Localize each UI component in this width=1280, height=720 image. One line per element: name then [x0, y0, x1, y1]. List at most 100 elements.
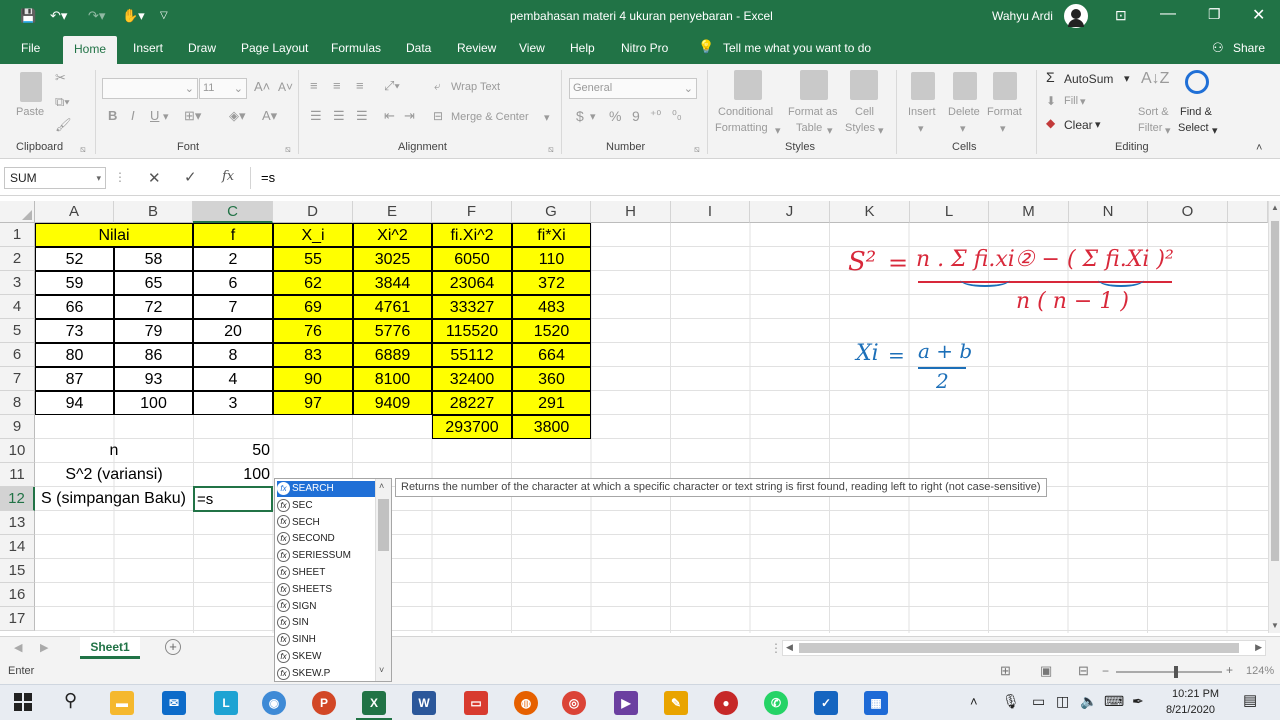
excel-icon[interactable]: X [362, 691, 386, 715]
autocomplete-item[interactable]: fx SHEET [277, 565, 375, 581]
redo-icon[interactable]: ↷▾ [88, 8, 105, 24]
cell-frequency[interactable]: 7 [193, 295, 273, 319]
sheet-tab-sheet1[interactable]: Sheet1 [80, 637, 140, 659]
cell-nilai-upper[interactable]: 72 [114, 295, 193, 319]
cell-styles-button[interactable]: Cell [855, 106, 874, 118]
header-xi[interactable]: X_i [273, 223, 353, 247]
cell-xi[interactable]: 55 [273, 247, 353, 271]
cell-frequency[interactable]: 20 [193, 319, 273, 343]
cell-xi-squared[interactable]: 9409 [353, 391, 432, 415]
value-n[interactable]: 50 [193, 439, 273, 463]
zoom-slider[interactable] [1116, 666, 1222, 678]
cell-fi-xi-squared[interactable]: 33327 [432, 295, 512, 319]
header-f[interactable]: f [193, 223, 273, 247]
ribbon-display-icon[interactable]: ⊡ [1115, 7, 1127, 24]
cell-xi[interactable]: 69 [273, 295, 353, 319]
cell-nilai-lower[interactable]: 52 [35, 247, 114, 271]
column-header[interactable]: K [830, 201, 910, 223]
insert-cells-button[interactable]: Insert [908, 106, 936, 118]
column-header[interactable]: B [114, 201, 193, 223]
horizontal-scrollbar[interactable]: ◀ ▶ [782, 640, 1266, 656]
normal-view-icon[interactable]: ⊞ [1000, 663, 1011, 679]
share-icon[interactable]: ⚇ [1212, 40, 1224, 56]
microphone-icon[interactable]: 🎙 [1002, 693, 1020, 710]
cell-styles-dropdown-icon[interactable]: ▾ [878, 124, 884, 137]
column-header[interactable]: G [512, 201, 591, 223]
cell-xi[interactable]: 90 [273, 367, 353, 391]
autocomplete-scroll-down-icon[interactable]: ˅ [379, 665, 384, 675]
column-header[interactable]: E [353, 201, 432, 223]
cell-xi-squared[interactable]: 3844 [353, 271, 432, 295]
column-header[interactable]: C [193, 201, 273, 223]
row-header[interactable]: 8 [0, 391, 35, 415]
column-header[interactable]: H [591, 201, 671, 223]
scroll-up-icon[interactable]: ▲ [1271, 203, 1279, 212]
value-variansi[interactable]: 100 [193, 463, 273, 487]
save-icon[interactable]: 💾 [20, 8, 36, 24]
number-format-box[interactable]: General ⌄ [569, 78, 697, 99]
column-header[interactable]: I [671, 201, 750, 223]
clear-button[interactable]: Clear [1064, 118, 1093, 132]
insert-function-button[interactable]: fx [222, 169, 234, 184]
tab-page-layout[interactable]: Page Layout [241, 41, 308, 55]
top-align-icon[interactable]: ≡ [310, 78, 318, 93]
borders-icon[interactable]: ⊞▾ [184, 108, 201, 124]
cell-nilai-lower[interactable]: 73 [35, 319, 114, 343]
column-header[interactable]: J [750, 201, 830, 223]
scroll-down-icon[interactable]: ▼ [1271, 621, 1279, 630]
cell-fi-xi[interactable]: 110 [512, 247, 591, 271]
zoom-in-icon[interactable]: + [1226, 663, 1233, 677]
conditional-formatting-button[interactable]: Conditional [718, 106, 773, 118]
cell-nilai-lower[interactable]: 66 [35, 295, 114, 319]
collapse-ribbon-icon[interactable]: ˄ [1256, 142, 1262, 154]
restore-icon[interactable]: ❐ [1208, 6, 1221, 23]
autosum-button[interactable]: AutoSum [1064, 72, 1113, 86]
cell-nilai-upper[interactable]: 86 [114, 343, 193, 367]
firefox-icon[interactable]: ◍ [514, 691, 538, 715]
cell-fi-xi-squared[interactable]: 6050 [432, 247, 512, 271]
bold-button[interactable]: B [108, 108, 117, 123]
worksheet-grid[interactable]: A B C D E F G H I J K L M N O 1 2 3 4 5 … [0, 201, 1268, 633]
h-scroll-thumb[interactable] [799, 643, 1239, 653]
delete-cells-button[interactable]: Delete [948, 106, 980, 118]
page-layout-view-icon[interactable]: ▣ [1040, 663, 1052, 679]
network-icon[interactable]: ◫ [1056, 693, 1069, 710]
fill-button[interactable]: Fill [1064, 95, 1078, 107]
row-header[interactable]: 16 [0, 583, 35, 607]
cell-fi-xi[interactable]: 360 [512, 367, 591, 391]
cell-xi[interactable]: 76 [273, 319, 353, 343]
zoom-out-icon[interactable]: − [1102, 664, 1109, 678]
launcher-l-icon[interactable]: L [214, 691, 238, 715]
cell-nilai-upper[interactable]: 58 [114, 247, 193, 271]
touch-mode-icon[interactable]: ✋▾ [122, 8, 145, 24]
search-icon[interactable]: ⚲ [64, 690, 77, 711]
name-box[interactable]: SUM ▾ [4, 167, 106, 189]
chrome-icon[interactable]: ◎ [562, 691, 586, 715]
word-icon[interactable]: W [412, 691, 436, 715]
volume-icon[interactable]: 🔈 [1080, 693, 1097, 710]
wrap-text-button[interactable]: Wrap Text [451, 81, 500, 93]
currency-button[interactable]: $ [576, 108, 584, 124]
autocomplete-item[interactable]: fx SECOND [277, 531, 375, 547]
decrease-decimal-icon[interactable]: ⁰₀ [672, 108, 682, 122]
tab-review[interactable]: Review [457, 41, 496, 55]
tray-overflow-icon[interactable]: ˄ [970, 694, 978, 709]
scroll-right-icon[interactable]: ▶ [1255, 642, 1262, 653]
autocomplete-item[interactable]: fx SEARCH [277, 481, 375, 497]
tab-view[interactable]: View [519, 41, 545, 55]
vertical-scrollbar[interactable]: ▲ ▼ [1268, 201, 1280, 633]
cell-fi-xi[interactable]: 372 [512, 271, 591, 295]
column-header[interactable]: N [1069, 201, 1148, 223]
cell-fi-xi-squared[interactable]: 32400 [432, 367, 512, 391]
autocomplete-item[interactable]: fx SECH [277, 515, 375, 531]
nitro-icon[interactable]: ▭ [464, 691, 488, 715]
autosum-dropdown-icon[interactable]: ▾ [1124, 72, 1130, 85]
autocomplete-scroll-thumb[interactable] [378, 499, 389, 551]
decrease-font-icon[interactable]: A˅ [278, 80, 293, 94]
middle-align-icon[interactable]: ≡ [333, 78, 341, 93]
cell-nilai-upper[interactable]: 65 [114, 271, 193, 295]
name-box-resize-icon[interactable]: ⋮ [114, 170, 126, 184]
cell-nilai-lower[interactable]: 59 [35, 271, 114, 295]
format-cells-dropdown-icon[interactable]: ▾ [1000, 122, 1006, 135]
autocomplete-item[interactable]: fx SERIESSUM [277, 548, 375, 564]
